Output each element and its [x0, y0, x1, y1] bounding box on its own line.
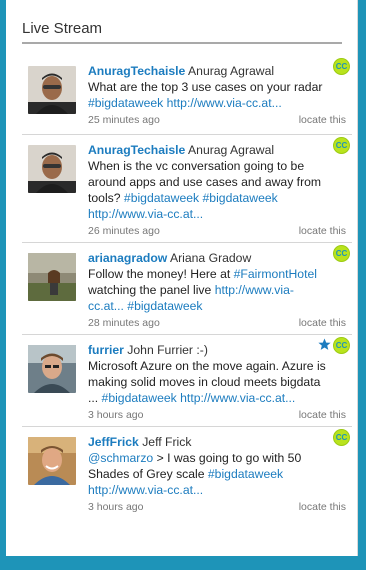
- tweet-author-name: Jeff Frick: [142, 435, 192, 449]
- tweet-link[interactable]: http://www.via-cc.at...: [88, 483, 203, 497]
- tweet-timestamp: 25 minutes ago: [88, 114, 160, 126]
- tweet-author-name: Anurag Agrawal: [188, 64, 275, 78]
- tweet-hashtag[interactable]: #bigdataweek: [208, 467, 283, 481]
- tweet-text: Follow the money! Here at: [88, 267, 234, 281]
- tweet-handle[interactable]: JeffFrick: [88, 435, 139, 449]
- cc-badge-icon: CC: [333, 245, 350, 262]
- tweet-timestamp: 3 hours ago: [88, 409, 144, 421]
- tweet-timestamp: 28 minutes ago: [88, 317, 160, 329]
- tweet-handle[interactable]: AnuragTechaisle: [88, 64, 185, 78]
- cc-badge-icon: CC: [333, 58, 350, 75]
- avatar[interactable]: [28, 145, 76, 193]
- avatar[interactable]: [28, 437, 76, 485]
- tweet-body: furrier John Furrier :-) Microsoft Azure…: [88, 342, 326, 406]
- tweet-hashtag[interactable]: #FairmontHotel: [234, 267, 317, 281]
- tweet-handle[interactable]: AnuragTechaisle: [88, 143, 185, 157]
- tweet-hashtag[interactable]: #bigdataweek: [102, 391, 177, 405]
- tweet-link[interactable]: http://www.via-cc.at...: [180, 391, 295, 405]
- tweet-meta: 26 minutes ago locate this: [88, 225, 346, 237]
- tweet-hashtag[interactable]: #bigdataweek: [127, 299, 202, 313]
- avatar[interactable]: [28, 253, 76, 301]
- tweet-timestamp: 26 minutes ago: [88, 225, 160, 237]
- tweet-body: AnuragTechaisle Anurag Agrawal When is t…: [88, 142, 326, 222]
- locate-this-link[interactable]: locate this: [299, 114, 346, 126]
- cc-badge-icon: CC: [333, 137, 350, 154]
- live-stream-panel: Live Stream CC AnuragTechaisle Anurag Ag…: [6, 0, 358, 556]
- tweet-hashtag[interactable]: #bigdataweek: [203, 191, 278, 205]
- tweet-item: CC JeffFrick Jeff Frick @schmarzo > I wa…: [22, 427, 352, 518]
- tweet-item: CC AnuragTechaisle Anurag Agrawal When i…: [22, 135, 352, 243]
- tweet-item: CC furrier John Furrier :-) Microsoft Az…: [22, 335, 352, 427]
- tweet-link[interactable]: http://www.via-cc.at...: [88, 207, 203, 221]
- tweet-mention[interactable]: @schmarzo: [88, 451, 153, 465]
- locate-this-link[interactable]: locate this: [299, 501, 346, 513]
- tweet-handle[interactable]: arianagradow: [88, 251, 167, 265]
- avatar[interactable]: [28, 345, 76, 393]
- tweet-timestamp: 3 hours ago: [88, 501, 144, 513]
- tweet-item: CC arianagradow Ariana Gradow Follow the…: [22, 243, 352, 335]
- tweet-author-name: John Furrier :-): [127, 343, 208, 357]
- star-icon[interactable]: [318, 338, 331, 351]
- tweet-body: AnuragTechaisle Anurag Agrawal What are …: [88, 63, 326, 111]
- tweet-body: arianagradow Ariana Gradow Follow the mo…: [88, 250, 326, 314]
- tweet-author-name: Anurag Agrawal: [188, 143, 275, 157]
- locate-this-link[interactable]: locate this: [299, 225, 346, 237]
- panel-header: Live Stream: [22, 20, 342, 44]
- locate-this-link[interactable]: locate this: [299, 317, 346, 329]
- tweet-author-name: Ariana Gradow: [169, 251, 252, 265]
- tweet-meta: 28 minutes ago locate this: [88, 317, 346, 329]
- panel-title: Live Stream: [22, 20, 103, 37]
- avatar[interactable]: [28, 66, 76, 114]
- tweet-meta: 25 minutes ago locate this: [88, 114, 346, 126]
- cc-badge-icon: CC: [333, 337, 350, 354]
- tweet-body: JeffFrick Jeff Frick @schmarzo > I was g…: [88, 434, 326, 498]
- tweet-text-continued: watching the panel live: [88, 283, 215, 297]
- cc-badge-icon: CC: [333, 429, 350, 446]
- tweet-feed[interactable]: CC AnuragTechaisle Anurag Agrawal What a…: [22, 56, 352, 518]
- tweet-hashtag[interactable]: #bigdataweek: [88, 96, 163, 110]
- tweet-item: CC AnuragTechaisle Anurag Agrawal What a…: [22, 56, 352, 135]
- tweet-hashtag[interactable]: #bigdataweek: [124, 191, 199, 205]
- locate-this-link[interactable]: locate this: [299, 409, 346, 421]
- tweet-handle[interactable]: furrier: [88, 343, 124, 357]
- tweet-link[interactable]: http://www.via-cc.at...: [167, 96, 282, 110]
- tweet-meta: 3 hours ago locate this: [88, 409, 346, 421]
- tweet-text: What are the top 3 use cases on your rad…: [88, 80, 323, 94]
- tweet-meta: 3 hours ago locate this: [88, 501, 346, 513]
